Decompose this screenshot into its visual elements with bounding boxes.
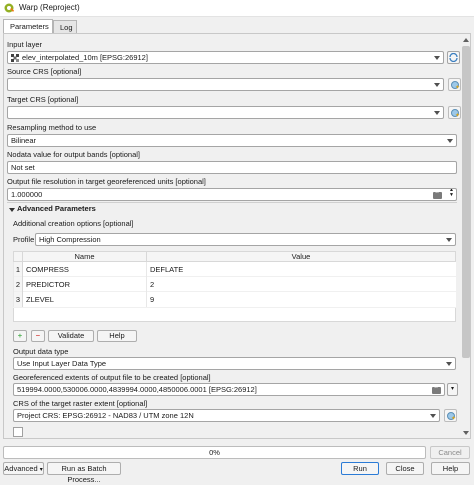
- run-batch-button[interactable]: Run as Batch Process...: [47, 462, 121, 484]
- help-button[interactable]: Help: [97, 330, 137, 342]
- dropdown-arrow-icon: ▾: [450, 386, 454, 392]
- extent-value: 519994.0000,530006.0000,4839994.0000,485…: [17, 385, 257, 394]
- target-crs-label: Target CRS [optional]: [7, 95, 79, 104]
- extent-options-button[interactable]: ▾: [447, 383, 458, 396]
- extent-crs-label: CRS of the target raster extent [optiona…: [13, 399, 148, 408]
- chevron-down-icon: [434, 83, 440, 87]
- collapse-arrow-icon[interactable]: [9, 208, 15, 212]
- data-type-select[interactable]: Use Input Layer Data Type: [13, 357, 456, 370]
- nodata-value: Not set: [11, 163, 35, 172]
- checkbox[interactable]: [13, 427, 23, 437]
- advanced-menu-button[interactable]: Advanced ▾: [3, 462, 44, 475]
- resampling-value: Bilinear: [11, 136, 37, 145]
- extent-crs-value: Project CRS: EPSG:26912 - NAD83 / UTM zo…: [17, 411, 194, 420]
- resolution-value: 1.000000: [11, 190, 43, 199]
- data-type-value: Use Input Layer Data Type: [17, 359, 107, 368]
- plus-icon: +: [17, 331, 23, 340]
- extent-label: Georeferenced extents of output file to …: [13, 373, 211, 382]
- table-row[interactable]: 2 PREDICTOR 2: [13, 276, 456, 292]
- target-crs-picker-button[interactable]: ✦: [448, 106, 461, 119]
- input-layer-value: elev_interpolated_10m [EPSG:26912]: [22, 53, 148, 62]
- chevron-down-icon: [430, 414, 436, 418]
- run-button[interactable]: Run: [341, 462, 379, 475]
- chevron-down-icon: [434, 111, 440, 115]
- spin-arrows-icon[interactable]: ▲ ▼: [449, 189, 454, 198]
- chevron-down-icon: [446, 238, 452, 242]
- table-row[interactable]: 1 COMPRESS DEFLATE: [13, 261, 456, 277]
- panel-scrollbar[interactable]: [461, 34, 470, 438]
- scroll-up-icon[interactable]: [463, 38, 469, 42]
- creation-options-label: Additional creation options [optional]: [13, 219, 134, 228]
- resolution-input[interactable]: 1.000000 ▲▼: [7, 188, 457, 201]
- input-layer-select[interactable]: elev_interpolated_10m [EPSG:26912]: [7, 51, 444, 64]
- progress-text: 0%: [209, 448, 220, 457]
- tab-log[interactable]: Log: [53, 20, 77, 34]
- validate-button[interactable]: Validate: [48, 330, 94, 342]
- qgis-app-icon: [4, 3, 15, 13]
- star-icon: ✦: [450, 416, 456, 422]
- progress-bar: 0%: [3, 446, 426, 459]
- extent-crs-select[interactable]: Project CRS: EPSG:26912 - NAD83 / UTM zo…: [13, 409, 440, 422]
- extent-input[interactable]: 519994.0000,530006.0000,4839994.0000,485…: [13, 383, 445, 396]
- input-layer-label: Input layer: [7, 40, 43, 49]
- row-number: 1: [13, 261, 23, 277]
- column-header-name[interactable]: Name: [22, 251, 147, 262]
- nodata-input[interactable]: Not set: [7, 161, 457, 174]
- advanced-label: Advanced: [4, 464, 38, 473]
- option-value[interactable]: 2: [146, 276, 456, 292]
- profile-select[interactable]: High Compression: [35, 233, 456, 246]
- creation-options-table: Name Value 1 COMPRESS DEFLATE 2 PREDICTO…: [13, 251, 456, 307]
- input-layer-iterate-button[interactable]: [447, 51, 460, 64]
- clear-icon[interactable]: [433, 189, 442, 199]
- table-corner: [13, 251, 23, 262]
- row-number: 3: [13, 291, 23, 307]
- table-row[interactable]: 3 ZLEVEL 9: [13, 291, 456, 307]
- chevron-down-icon: [446, 362, 452, 366]
- star-icon: ✦: [454, 85, 460, 91]
- profile-label: Profile: [13, 235, 35, 244]
- profile-value: High Compression: [39, 235, 101, 244]
- resampling-select[interactable]: Bilinear: [7, 134, 457, 147]
- option-name[interactable]: PREDICTOR: [22, 276, 147, 292]
- resolution-label: Output file resolution in target georefe…: [7, 177, 206, 186]
- add-row-button[interactable]: +: [13, 330, 27, 342]
- chevron-down-icon: [447, 139, 453, 143]
- window-title: Warp (Reproject): [19, 3, 80, 12]
- row-number: 2: [13, 276, 23, 292]
- raster-layer-icon: [11, 54, 19, 62]
- data-type-label: Output data type: [13, 347, 69, 356]
- source-crs-select[interactable]: [7, 78, 444, 91]
- option-value[interactable]: 9: [146, 291, 456, 307]
- column-header-value[interactable]: Value: [146, 251, 456, 262]
- source-crs-label: Source CRS [optional]: [7, 67, 82, 76]
- parameters-panel: Input layer elev_interpolated_10m [EPSG:…: [3, 33, 471, 439]
- source-crs-picker-button[interactable]: ✦: [448, 78, 461, 91]
- dropdown-arrow-icon: ▾: [39, 467, 43, 473]
- scroll-down-icon[interactable]: [463, 431, 469, 435]
- option-value[interactable]: DEFLATE: [146, 261, 456, 277]
- advanced-group-title[interactable]: Advanced Parameters: [17, 204, 96, 213]
- extent-crs-picker-button[interactable]: ✦: [444, 409, 457, 422]
- remove-row-button[interactable]: −: [31, 330, 45, 342]
- scrollbar-thumb[interactable]: [462, 46, 470, 358]
- star-icon: ✦: [454, 113, 460, 119]
- table-empty-area: [13, 308, 456, 322]
- title-bar: Warp (Reproject): [0, 0, 474, 17]
- nodata-label: Nodata value for output bands [optional]: [7, 150, 141, 159]
- close-button[interactable]: Close: [386, 462, 424, 475]
- resampling-label: Resampling method to use: [7, 123, 97, 132]
- tab-parameters[interactable]: Parameters: [3, 19, 53, 34]
- clear-icon[interactable]: [432, 384, 441, 394]
- option-name[interactable]: ZLEVEL: [22, 291, 147, 307]
- footer-help-button[interactable]: Help: [431, 462, 470, 475]
- target-crs-select[interactable]: [7, 106, 444, 119]
- minus-icon: −: [35, 331, 41, 340]
- option-name[interactable]: COMPRESS: [22, 261, 147, 277]
- chevron-down-icon: [434, 56, 440, 60]
- iterate-icon: [449, 52, 458, 63]
- cancel-button[interactable]: Cancel: [430, 446, 470, 459]
